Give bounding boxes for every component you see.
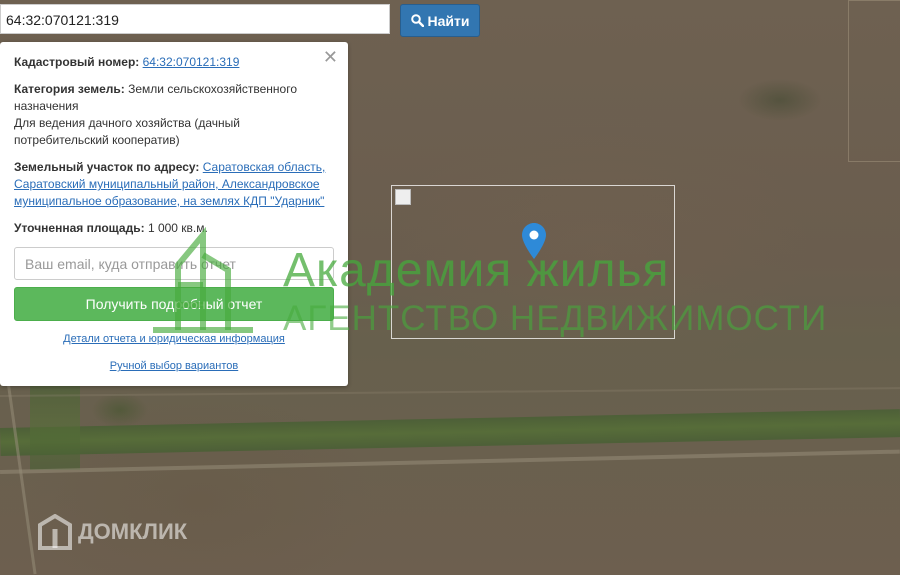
cadastral-row: Кадастровый номер: 64:32:070121:319 [14, 54, 334, 71]
cadastral-label: Кадастровый номер: [14, 55, 140, 69]
tree-belt [0, 409, 900, 456]
field-boundary [848, 0, 900, 162]
details-link[interactable]: Детали отчета и юридическая информация [14, 333, 334, 345]
dirt-road [0, 449, 900, 474]
house-logo-icon [38, 514, 72, 550]
address-label: Земельный участок по адресу: [14, 160, 200, 174]
parcel-selection [391, 185, 675, 339]
parcel-info-panel: ✕ Кадастровый номер: 64:32:070121:319 Ка… [0, 42, 348, 386]
domclick-logo: ДОМКЛИК [38, 514, 187, 550]
location-marker-icon[interactable] [521, 222, 547, 260]
search-button-label: Найти [427, 12, 470, 29]
close-icon[interactable]: ✕ [323, 48, 338, 66]
usage-value: Для ведения дачного хозяйства (дачный по… [14, 116, 241, 147]
search-input[interactable]: 64:32:070121:319 [0, 4, 390, 34]
cadastral-link[interactable]: 64:32:070121:319 [143, 55, 240, 69]
manual-selection-link[interactable]: Ручной выбор вариантов [14, 360, 334, 372]
area-value: 1 000 кв.м. [147, 221, 208, 235]
search-button[interactable]: Найти [400, 4, 480, 37]
dirt-road [0, 387, 900, 397]
area-label: Уточненная площадь: [14, 221, 145, 235]
category-label: Категория земель: [14, 82, 125, 96]
email-input[interactable]: Ваш email, куда отправить отчет [14, 247, 334, 280]
category-row: Категория земель: Земли сельскохозяйстве… [14, 81, 334, 149]
search-icon [410, 14, 424, 27]
address-row: Земельный участок по адресу: Саратовская… [14, 159, 334, 210]
area-row: Уточненная площадь: 1 000 кв.м. [14, 220, 334, 237]
domclick-text: ДОМКЛИК [78, 519, 188, 544]
broken-image-icon [395, 189, 411, 205]
get-report-button[interactable]: Получить подробный отчет [14, 287, 334, 321]
